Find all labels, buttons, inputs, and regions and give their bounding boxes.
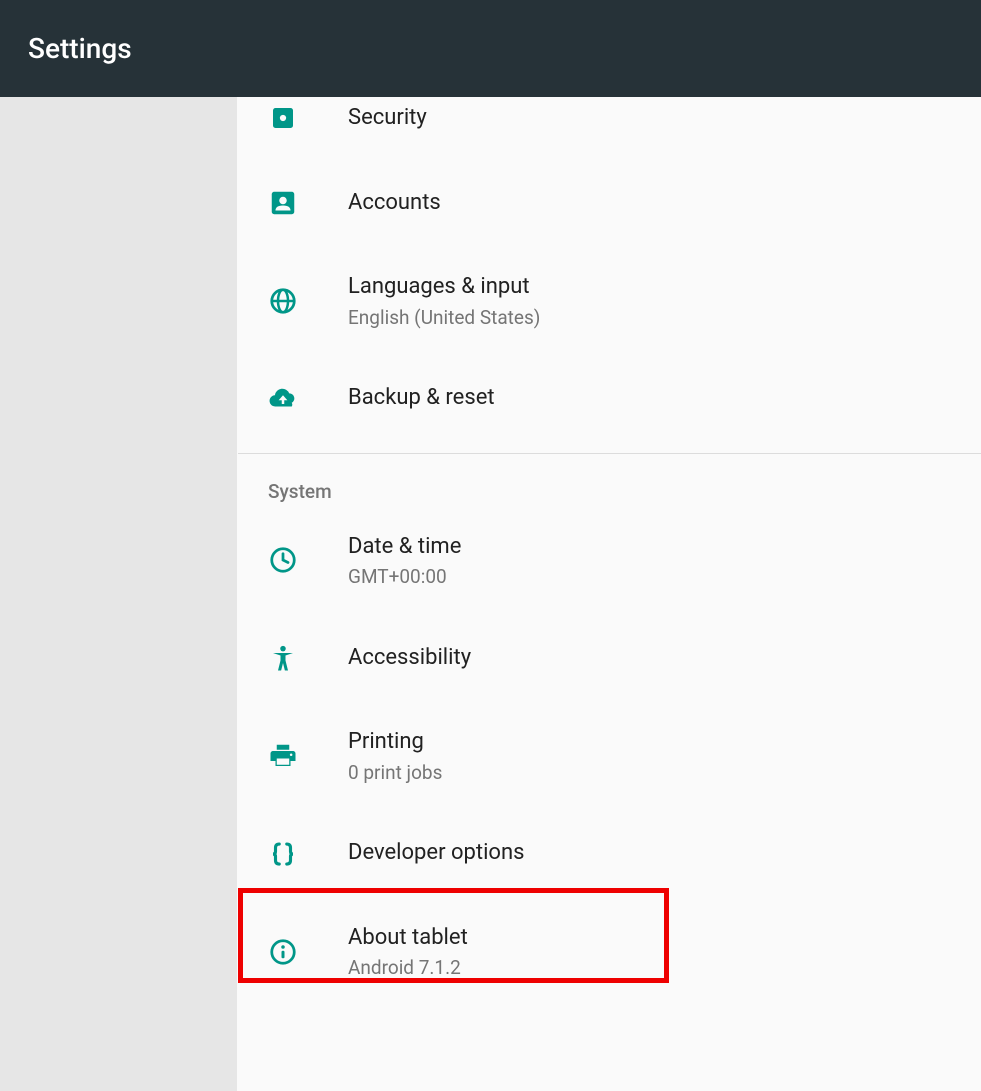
item-title: Date & time	[348, 533, 461, 562]
printer-icon	[268, 741, 348, 771]
section-header-system: System	[238, 454, 981, 507]
item-text: Accessibility	[348, 644, 471, 673]
item-text: Languages & input English (United States…	[348, 273, 540, 329]
item-text: Printing 0 print jobs	[348, 728, 442, 784]
item-title: Accounts	[348, 189, 441, 218]
settings-item-printing[interactable]: Printing 0 print jobs	[238, 702, 981, 810]
settings-item-backup[interactable]: Backup & reset	[238, 355, 981, 443]
item-text: Security	[348, 104, 427, 133]
item-subtitle: 0 print jobs	[348, 761, 442, 784]
left-rail	[0, 97, 237, 1091]
braces-icon	[268, 839, 348, 869]
security-icon	[268, 103, 348, 133]
clock-icon	[268, 545, 348, 575]
item-text: Developer options	[348, 839, 524, 868]
settings-item-about[interactable]: About tablet Android 7.1.2	[238, 898, 981, 1006]
item-subtitle: Android 7.1.2	[348, 956, 468, 979]
item-title: Security	[348, 104, 427, 133]
globe-icon	[268, 286, 348, 316]
settings-item-accounts[interactable]: Accounts	[238, 159, 981, 247]
item-title: Developer options	[348, 839, 524, 868]
settings-list: Security Accounts	[237, 97, 981, 1091]
settings-item-developer-options[interactable]: Developer options	[238, 810, 981, 898]
cloud-upload-icon	[268, 384, 348, 414]
item-text: Backup & reset	[348, 384, 495, 413]
item-subtitle: English (United States)	[348, 306, 540, 329]
settings-item-languages[interactable]: Languages & input English (United States…	[238, 247, 981, 355]
settings-item-accessibility[interactable]: Accessibility	[238, 614, 981, 702]
app-header: Settings	[0, 0, 981, 97]
item-title: Backup & reset	[348, 384, 495, 413]
item-text: About tablet Android 7.1.2	[348, 924, 468, 980]
settings-item-security[interactable]: Security	[238, 97, 981, 159]
accounts-icon	[268, 188, 348, 218]
item-text: Date & time GMT+00:00	[348, 533, 461, 589]
item-title: Languages & input	[348, 273, 540, 302]
item-title: About tablet	[348, 924, 468, 953]
item-title: Printing	[348, 728, 442, 757]
item-text: Accounts	[348, 189, 441, 218]
settings-item-date-time[interactable]: Date & time GMT+00:00	[238, 507, 981, 615]
page-title: Settings	[28, 32, 132, 65]
info-icon	[268, 937, 348, 967]
item-subtitle: GMT+00:00	[348, 565, 461, 588]
accessibility-icon	[268, 643, 348, 673]
item-title: Accessibility	[348, 644, 471, 673]
body-area: Security Accounts	[0, 97, 981, 1091]
